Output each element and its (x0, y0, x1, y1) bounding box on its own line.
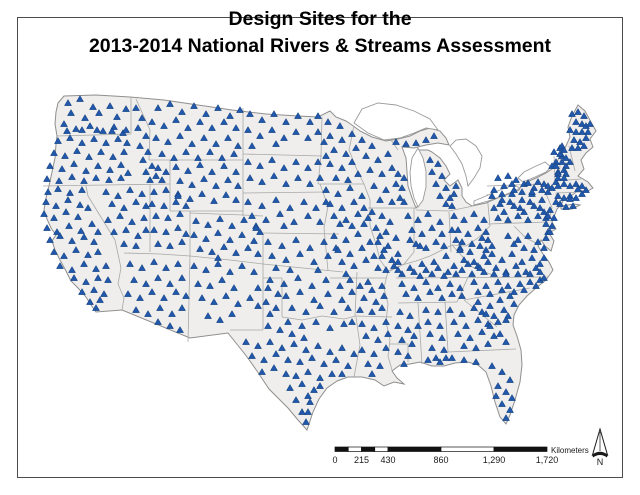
scale-bar-tick-label: 215 (354, 455, 369, 465)
north-arrow: N (591, 427, 609, 467)
site-marker (46, 162, 54, 169)
site-marker (550, 148, 558, 155)
scale-bar-tick-label: 0 (332, 455, 337, 465)
scale-bar-tick-label: 860 (433, 455, 448, 465)
site-marker (504, 172, 512, 179)
us-map: 0 215 430 860 1,290 1,720 Kilometers N (40, 94, 609, 467)
north-label: N (597, 457, 604, 467)
scale-bar-tick-label: 430 (380, 455, 395, 465)
lake-huron (449, 138, 483, 188)
scale-bar-segment (493, 446, 548, 452)
scale-bar-unit-label: Kilometers (551, 446, 589, 455)
site-marker (43, 175, 51, 182)
scale-bar-segment (374, 446, 389, 452)
scale-bar: 0 215 430 860 1,290 1,720 (332, 446, 559, 465)
scale-bar-segment (387, 446, 442, 452)
scale-bar-segment (440, 446, 495, 452)
site-marker (494, 174, 502, 181)
map-figure: Design Sites for the 2013-2014 National … (0, 0, 640, 495)
scale-bar-segment (334, 446, 349, 452)
scale-bar-tick-label: 1,290 (483, 455, 506, 465)
site-marker (490, 186, 498, 193)
site-marker (236, 106, 244, 113)
site-marker (270, 110, 278, 117)
scale-bar-segment (347, 446, 362, 452)
scale-bar-tick-label: 1,720 (536, 455, 559, 465)
site-marker (572, 194, 580, 201)
scale-bar-segment (361, 446, 376, 452)
